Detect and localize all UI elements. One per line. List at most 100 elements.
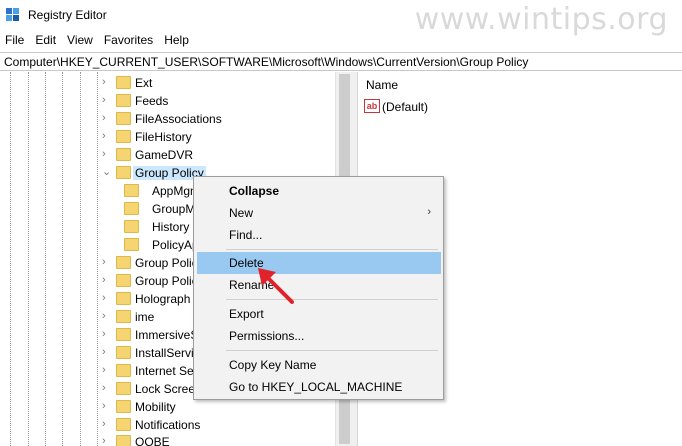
address-bar[interactable]: Computer\HKEY_CURRENT_USER\SOFTWARE\Micr… <box>0 52 682 71</box>
menu-item-label: Copy Key Name <box>229 358 317 372</box>
value-name: (Default) <box>382 100 429 114</box>
tree-subitem-groupmembership[interactable]: GroupM <box>124 200 204 218</box>
chevron-right-icon[interactable]: › <box>102 364 112 376</box>
menu-item-rename[interactable]: Rename <box>197 274 441 296</box>
menu-edit[interactable]: Edit <box>30 31 62 51</box>
tree-item-label: Group Polic <box>135 274 198 288</box>
menu-item-label: Find... <box>229 228 263 242</box>
menu-file[interactable]: File <box>0 31 30 51</box>
tree-guide-line <box>10 72 11 446</box>
chevron-right-icon[interactable]: › <box>102 130 112 142</box>
tree-subitem-policyapplication[interactable]: PolicyAp <box>124 236 204 254</box>
chevron-right-icon[interactable]: › <box>102 435 112 446</box>
folder-icon <box>116 166 131 179</box>
tree-item-label: Mobility <box>135 400 176 414</box>
tree-item-fileassociations[interactable]: › FileAssociations <box>100 110 335 128</box>
chevron-right-icon[interactable]: › <box>102 94 112 106</box>
folder-icon <box>116 274 131 287</box>
column-header-name[interactable]: Name <box>366 78 398 92</box>
folder-icon <box>116 382 131 395</box>
tree-item-label: FileAssociations <box>135 112 222 126</box>
window-title: Registry Editor <box>28 8 107 22</box>
context-menu: Collapse New › Find... Delete Rename Exp… <box>193 176 444 400</box>
folder-icon <box>116 130 131 143</box>
menu-item-permissions[interactable]: Permissions... <box>197 325 441 347</box>
tree-item-gamedvr[interactable]: › GameDVR <box>100 146 335 164</box>
folder-icon <box>116 112 131 125</box>
menu-item-copy-key-name[interactable]: Copy Key Name <box>197 354 441 376</box>
folder-icon <box>124 238 139 251</box>
folder-icon <box>116 328 131 341</box>
tree-item-label: Lock Screen <box>135 382 202 396</box>
menu-item-goto-hklm[interactable]: Go to HKEY_LOCAL_MACHINE <box>197 376 441 398</box>
chevron-right-icon[interactable]: › <box>102 418 112 430</box>
menu-view[interactable]: View <box>62 31 99 51</box>
tree-item-label: ime <box>135 310 155 324</box>
tree-item-label: GroupM <box>152 202 196 216</box>
chevron-right-icon[interactable]: › <box>102 382 112 394</box>
tree-item-mobility[interactable]: › Mobility <box>100 398 335 416</box>
menu-item-new[interactable]: New › <box>197 202 441 224</box>
menu-item-export[interactable]: Export <box>197 303 441 325</box>
folder-icon <box>124 202 139 215</box>
chevron-right-icon[interactable]: › <box>102 346 112 358</box>
menu-item-collapse[interactable]: Collapse <box>197 180 441 202</box>
tree-guide-line <box>62 72 63 446</box>
tree-guide-line <box>28 72 29 446</box>
folder-icon <box>124 220 139 233</box>
annotation-arrow-icon <box>258 268 294 304</box>
tree-subitem-history[interactable]: History <box>124 218 204 236</box>
tree-guide-line <box>45 72 46 446</box>
chevron-right-icon[interactable]: › <box>102 148 112 160</box>
chevron-right-icon[interactable]: › <box>102 112 112 124</box>
tree-guide-line <box>97 72 98 446</box>
chevron-right-icon[interactable]: › <box>102 256 112 268</box>
tree-item-filehistory[interactable]: › FileHistory <box>100 128 335 146</box>
folder-icon <box>116 418 131 431</box>
tree-item-label: Notifications <box>135 418 201 432</box>
menu-item-label: Export <box>229 307 264 321</box>
folder-icon <box>116 364 131 377</box>
menu-item-find[interactable]: Find... <box>197 224 441 246</box>
tree-subitem-appmgmt[interactable]: AppMgm <box>124 182 204 200</box>
tree-item-oobe[interactable]: › OOBE <box>100 433 335 446</box>
tree-item-feeds[interactable]: › Feeds <box>100 92 335 110</box>
tree-item-label: PolicyAp <box>152 238 199 252</box>
folder-icon <box>116 346 131 359</box>
chevron-right-icon[interactable]: › <box>102 274 112 286</box>
folder-icon <box>116 148 131 161</box>
tree-item-label: History <box>152 220 190 234</box>
menu-bar: File Edit View Favorites Help <box>0 31 682 51</box>
menu-favorites[interactable]: Favorites <box>99 31 159 51</box>
chevron-right-icon[interactable]: › <box>102 310 112 322</box>
tree-item-notifications[interactable]: › Notifications <box>100 416 335 434</box>
tree-item-label: Ext <box>135 76 153 90</box>
chevron-right-icon[interactable]: › <box>102 292 112 304</box>
tree-item-label: Holograph <box>135 292 191 306</box>
tree-guide-line <box>80 72 81 446</box>
tree-item-label: InstallServi <box>135 346 194 360</box>
string-value-icon: ab <box>364 99 380 113</box>
menu-separator <box>226 350 438 351</box>
folder-icon <box>116 310 131 323</box>
folder-icon <box>116 292 131 305</box>
menu-item-delete[interactable]: Delete <box>197 252 441 274</box>
tree-item-label: ImmersiveS <box>135 328 199 342</box>
title-bar: Registry Editor www.wintips.org <box>0 0 682 37</box>
menu-help[interactable]: Help <box>159 31 195 51</box>
menu-item-label: Go to HKEY_LOCAL_MACHINE <box>229 380 403 394</box>
tree-item-label: FileHistory <box>135 130 192 144</box>
chevron-right-icon[interactable]: › <box>102 76 112 88</box>
folder-icon <box>116 400 131 413</box>
menu-item-label: Permissions... <box>229 329 305 343</box>
tree-item-ext[interactable]: › Ext <box>100 74 335 92</box>
tree-item-label: GameDVR <box>135 148 194 162</box>
submenu-arrow-icon: › <box>427 206 431 218</box>
tree-item-label: Feeds <box>135 94 169 108</box>
chevron-down-icon[interactable]: ⌄ <box>102 166 112 178</box>
chevron-right-icon[interactable]: › <box>102 328 112 340</box>
folder-icon <box>116 94 131 107</box>
tree-item-label: Internet Set <box>135 364 198 378</box>
chevron-right-icon[interactable]: › <box>102 400 112 412</box>
folder-icon <box>124 184 139 197</box>
